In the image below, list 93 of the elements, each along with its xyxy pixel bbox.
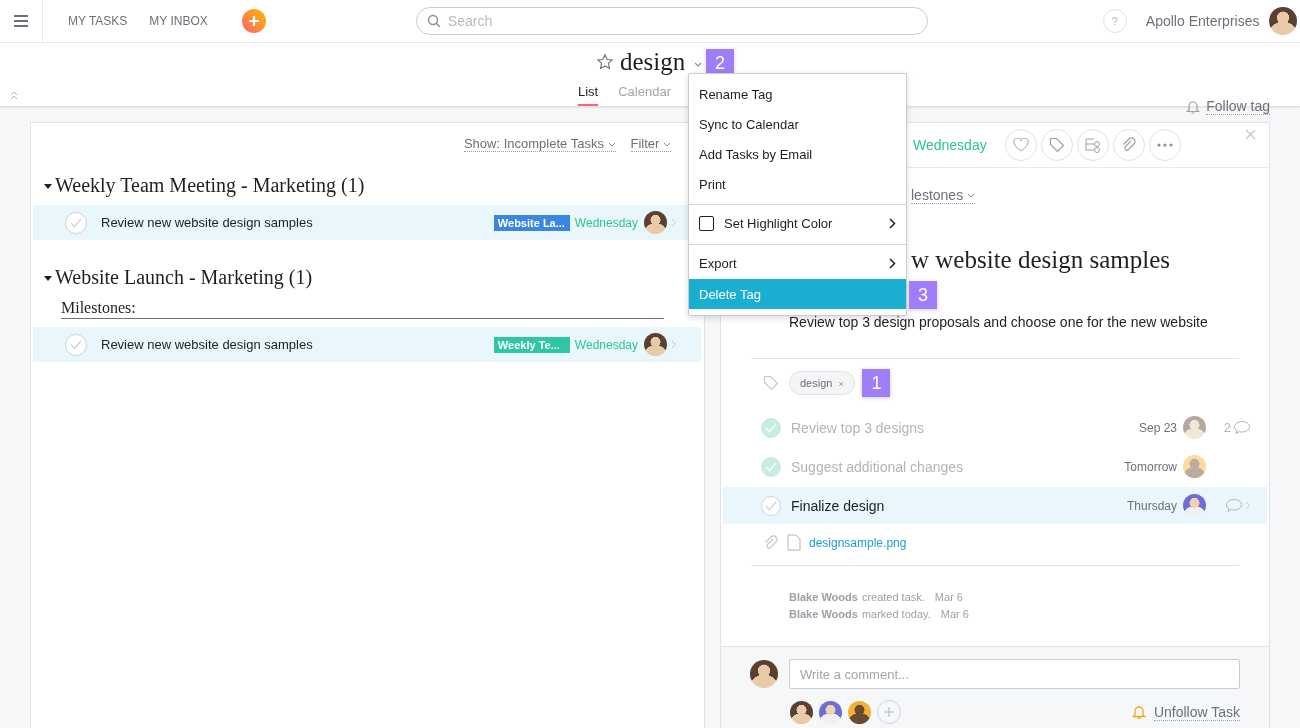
avatar xyxy=(1183,455,1206,478)
task-row[interactable]: Review new website design samples Weekly Te... Wednesday xyxy=(33,327,701,362)
expand-triangle-icon[interactable] xyxy=(43,181,53,190)
menu-item[interactable]: Set Highlight Color xyxy=(689,204,906,239)
nav-link[interactable]: MY TASKS xyxy=(68,14,128,28)
comment-field[interactable]: Write a comment... xyxy=(789,659,1240,689)
collapse-icon[interactable] xyxy=(9,90,19,100)
chevron-down-icon xyxy=(607,141,616,148)
avatar xyxy=(1183,494,1206,517)
check-icon xyxy=(765,461,777,472)
check-icon xyxy=(765,422,777,433)
avatar xyxy=(644,211,667,234)
filter-dropdown[interactable]: Filter xyxy=(630,136,671,152)
add-button[interactable] xyxy=(241,9,266,33)
task-name: Review new website design samples xyxy=(101,215,314,230)
step-badge: 3 xyxy=(909,281,937,309)
chevron-icon[interactable] xyxy=(671,218,677,227)
subtask-row[interactable]: Suggest additional changes Tomorrow xyxy=(723,448,1267,485)
task-description: Review top 3 design proposals and choose one for the new website xyxy=(788,314,1209,330)
avatar xyxy=(644,333,667,356)
due-date: Tomorrow xyxy=(1124,459,1177,474)
view-tab[interactable]: List xyxy=(578,84,599,106)
bell-icon xyxy=(1131,704,1146,720)
tag-title: design xyxy=(620,48,686,76)
task-checkbox[interactable] xyxy=(65,333,87,356)
section-title: Website Launch - Marketing (1) xyxy=(55,266,313,289)
activity-date: Mar 6 xyxy=(934,590,963,605)
menu-item[interactable]: Add Tasks by Email xyxy=(689,139,906,169)
bell-icon xyxy=(1186,98,1201,115)
project-link[interactable]: lestones xyxy=(911,187,976,204)
activity-actor[interactable]: Blake Woods xyxy=(789,606,858,623)
due-date: Sep 23 xyxy=(1138,420,1177,435)
caret-icon[interactable] xyxy=(693,61,704,69)
subtask-name: Review top 3 designs xyxy=(791,419,926,436)
subtask-row[interactable]: Finalize design Thursday xyxy=(723,487,1267,524)
unfollow-link[interactable]: Unfollow Task xyxy=(1153,703,1240,721)
tag-pill[interactable]: design xyxy=(789,371,856,395)
star-icon[interactable] xyxy=(596,53,614,71)
show-filter[interactable]: Show: Incomplete Tasks xyxy=(463,136,616,152)
subtask-checkbox[interactable] xyxy=(761,495,781,516)
search-icon xyxy=(426,14,441,28)
subtask-checkbox[interactable] xyxy=(761,456,781,477)
due-date: Wednesday xyxy=(574,337,638,352)
chevron-icon[interactable] xyxy=(1245,501,1251,510)
plus-icon xyxy=(884,707,894,717)
follower-avatar[interactable] xyxy=(790,700,813,724)
organization-name[interactable]: Apollo Enterprises xyxy=(1145,13,1260,29)
section-title: Weekly Team Meeting - Marketing (1) xyxy=(55,174,365,197)
menu-item[interactable]: Rename Tag xyxy=(689,79,906,109)
follow-link[interactable]: Follow tag xyxy=(1206,98,1270,115)
check-icon xyxy=(70,217,82,228)
comment-icon[interactable] xyxy=(1225,498,1243,513)
chevron-down-icon xyxy=(967,193,976,200)
file-icon xyxy=(787,534,801,551)
subtask-name: Finalize design xyxy=(791,497,886,514)
subtask-checkbox[interactable] xyxy=(761,417,781,438)
avatar[interactable] xyxy=(1269,7,1298,35)
task-checkbox[interactable] xyxy=(65,211,87,234)
close-icon[interactable] xyxy=(1245,129,1256,140)
attachment-link[interactable]: designsample.png xyxy=(809,535,907,550)
remove-icon[interactable] xyxy=(838,381,845,387)
subtask-row[interactable]: Review top 3 designs Sep 23 2 xyxy=(723,409,1267,446)
activity-actor[interactable]: Blake Woods xyxy=(789,589,858,606)
subtask-name: Suggest additional changes xyxy=(791,458,965,475)
checkbox[interactable] xyxy=(699,215,714,231)
follower-avatar[interactable] xyxy=(819,700,842,724)
chevron-icon[interactable] xyxy=(671,340,677,349)
milestones-heading: Milestones: xyxy=(61,299,664,319)
avatar xyxy=(1183,416,1206,439)
chevron-down-icon xyxy=(663,141,671,148)
activity-text: created task. xyxy=(861,590,925,605)
menu-item[interactable]: Print xyxy=(689,169,906,199)
nav-link[interactable]: MY INBOX xyxy=(149,14,208,28)
expand-triangle-icon[interactable] xyxy=(43,273,53,282)
activity-date: Mar 6 xyxy=(940,607,969,622)
paperclip-icon xyxy=(763,534,779,551)
plus-icon xyxy=(247,15,260,27)
due-date: Wednesday xyxy=(574,215,638,230)
step-badge: 1 xyxy=(862,369,891,397)
activity-text: marked today. xyxy=(861,607,931,622)
project-tag[interactable]: Website La... xyxy=(493,214,570,231)
task-title: w website design samples xyxy=(911,246,1170,274)
due-date: Thursday xyxy=(1126,498,1177,513)
comment-count: 2 xyxy=(1223,420,1231,435)
menu-item[interactable]: Sync to Calendar xyxy=(689,109,906,139)
avatar xyxy=(750,660,778,688)
tag-icon xyxy=(763,375,779,391)
task-name: Review new website design samples xyxy=(101,337,314,352)
comment-icon[interactable] xyxy=(1233,420,1251,435)
check-icon xyxy=(765,500,777,511)
follower-avatar[interactable] xyxy=(848,700,871,724)
check-icon xyxy=(70,339,82,350)
search-field[interactable]: Search xyxy=(415,7,928,35)
